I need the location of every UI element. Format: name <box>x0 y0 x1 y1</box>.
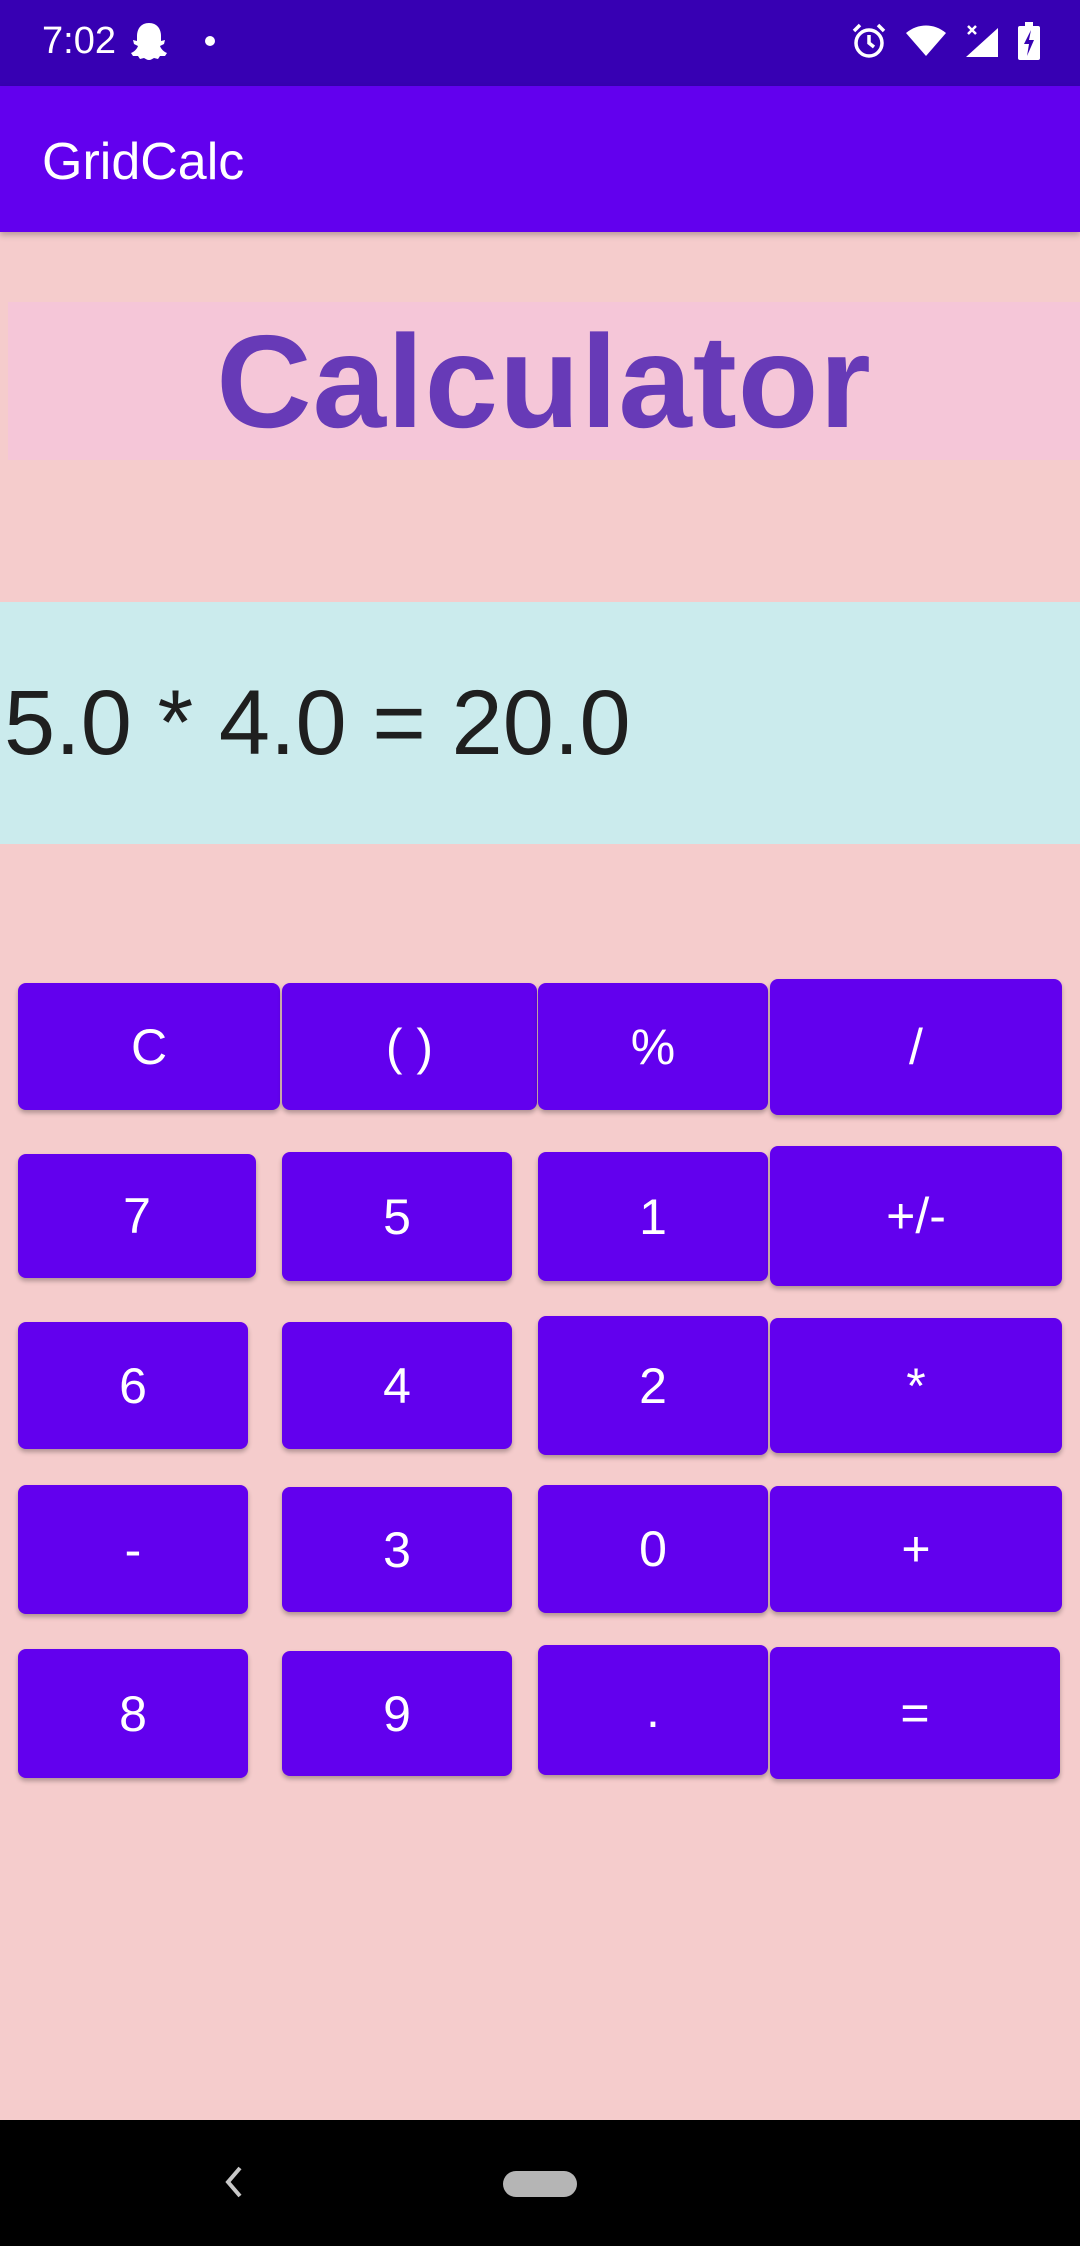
snapchat-ghost-icon <box>130 21 168 66</box>
clear-button[interactable]: C <box>18 983 280 1110</box>
wifi-icon <box>906 25 946 62</box>
divide-button[interactable]: / <box>770 979 1062 1115</box>
digit-8-button[interactable]: 8 <box>18 1649 248 1778</box>
plus-button[interactable]: + <box>770 1486 1062 1612</box>
app-bar: GridCalc <box>0 86 1080 232</box>
status-right-icons <box>850 20 1040 66</box>
multiply-button[interactable]: * <box>770 1318 1062 1453</box>
calculator-heading-box: Calculator <box>8 302 1080 460</box>
expression-result-text: 5.0 * 4.0 = 20.0 <box>4 671 631 774</box>
digit-0-button[interactable]: 0 <box>538 1485 768 1613</box>
percent-button[interactable]: % <box>538 983 768 1110</box>
back-icon[interactable] <box>216 2158 250 2211</box>
battery-charging-icon <box>1018 21 1040 65</box>
status-bar: 7:02 <box>0 0 1080 86</box>
notification-dot-icon <box>204 34 216 52</box>
digit-1-button[interactable]: 1 <box>538 1152 768 1281</box>
digit-2-button[interactable]: 2 <box>538 1316 768 1455</box>
cell-signal-icon <box>964 24 1000 63</box>
system-navigation-bar <box>0 2120 1080 2246</box>
digit-3-button[interactable]: 3 <box>282 1487 512 1612</box>
parentheses-button[interactable]: ( ) <box>282 983 537 1110</box>
alarm-icon <box>850 22 888 65</box>
digit-4-button[interactable]: 4 <box>282 1322 512 1449</box>
equals-button[interactable]: = <box>770 1647 1060 1779</box>
result-display: 5.0 * 4.0 = 20.0 <box>0 602 1080 844</box>
plus-minus-button[interactable]: +/- <box>770 1146 1062 1286</box>
digit-9-button[interactable]: 9 <box>282 1651 512 1776</box>
home-pill-icon[interactable] <box>503 2171 577 2197</box>
decimal-point-button[interactable]: . <box>538 1645 768 1775</box>
status-left-icons <box>130 20 216 66</box>
digit-7-button[interactable]: 7 <box>18 1154 256 1278</box>
app-title: GridCalc <box>42 133 245 191</box>
digit-5-button[interactable]: 5 <box>282 1152 512 1281</box>
status-time: 7:02 <box>42 20 116 62</box>
calculator-heading: Calculator <box>216 307 872 455</box>
minus-button[interactable]: - <box>18 1485 248 1614</box>
digit-6-button[interactable]: 6 <box>18 1322 248 1449</box>
